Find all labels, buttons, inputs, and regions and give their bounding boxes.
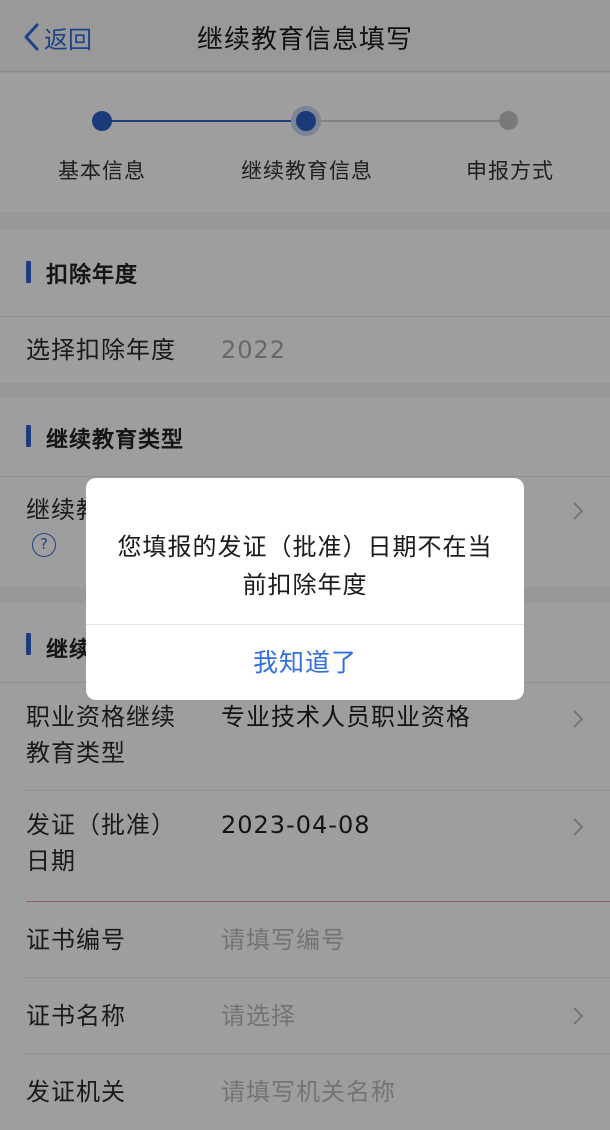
acknowledge-button[interactable]: 我知道了 bbox=[86, 625, 524, 700]
alert-dialog: 您填报的发证（批准）日期不在当前扣除年度 我知道了 bbox=[86, 478, 524, 700]
alert-message: 您填报的发证（批准）日期不在当前扣除年度 bbox=[117, 533, 493, 599]
